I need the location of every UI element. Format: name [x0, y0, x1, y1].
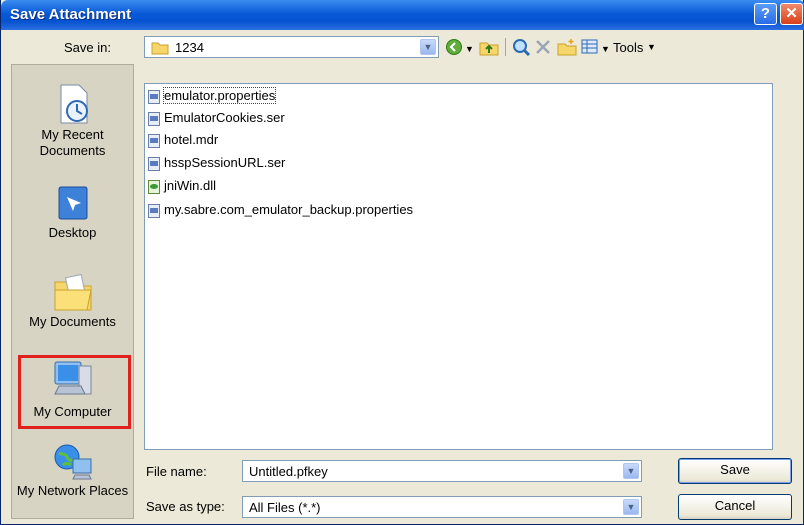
up-folder-icon[interactable]	[479, 38, 499, 56]
document-icon	[148, 89, 160, 104]
places-bar: My Recent Documents Desktop My Documents	[11, 64, 134, 519]
place-label: My Recent Documents	[39, 127, 106, 158]
back-dropdown-icon[interactable]: ▼	[465, 40, 474, 58]
file-name-text: hsspSessionURL.ser	[164, 155, 286, 170]
file-name-text: hotel.mdr	[164, 132, 219, 147]
place-label: My Documents	[29, 314, 116, 329]
tools-dropdown-icon[interactable]: ▼	[647, 42, 656, 52]
document-icon	[148, 156, 160, 171]
list-item[interactable]: EmulatorCookies.ser	[148, 108, 285, 128]
window-title: Save Attachment	[10, 6, 132, 23]
document-icon	[148, 111, 160, 126]
chevron-down-icon[interactable]: ▼	[420, 39, 436, 55]
place-my-recent-documents[interactable]: My Recent Documents	[12, 83, 133, 159]
my-computer-highlight-box	[18, 355, 131, 429]
delete-icon[interactable]	[534, 38, 552, 56]
place-my-documents[interactable]: My Documents	[12, 270, 133, 330]
list-item[interactable]: jniWin.dll	[148, 176, 216, 196]
file-name-text: EmulatorCookies.ser	[164, 110, 285, 125]
list-item[interactable]: emulator.properties	[148, 86, 277, 106]
file-name-label: File name:	[146, 464, 207, 479]
document-icon	[148, 133, 160, 148]
cancel-button[interactable]: Cancel	[678, 494, 792, 520]
file-name-field[interactable]: Untitled.pfkey ▼	[242, 460, 642, 482]
place-label: My Network Places	[16, 483, 129, 498]
search-web-icon[interactable]	[512, 38, 532, 56]
title-bar[interactable]: Save Attachment ? ✕	[1, 0, 804, 30]
dll-file-icon	[148, 179, 160, 194]
folder-icon	[151, 42, 169, 55]
place-label: Desktop	[48, 225, 97, 240]
save-as-type-label: Save as type:	[146, 499, 225, 514]
chevron-down-icon[interactable]: ▼	[623, 499, 639, 515]
file-name-text: emulator.properties	[162, 87, 277, 104]
place-my-network-places[interactable]: My Network Places	[12, 443, 133, 499]
save-in-combo[interactable]: 1234 ▼	[144, 36, 439, 58]
my-documents-icon	[54, 273, 92, 311]
recent-documents-icon	[60, 84, 88, 124]
toolbar-separator	[505, 38, 506, 56]
list-item[interactable]: hotel.mdr	[148, 130, 218, 150]
save-as-type-select[interactable]: All Files (*.*) ▼	[242, 496, 642, 518]
save-as-type-value: All Files (*.*)	[249, 500, 321, 515]
new-folder-icon[interactable]	[557, 38, 577, 56]
file-name-text: my.sabre.com_emulator_backup.properties	[164, 202, 414, 217]
back-icon[interactable]	[445, 38, 463, 56]
chevron-down-icon[interactable]: ▼	[623, 463, 639, 479]
close-button[interactable]: ✕	[780, 3, 803, 25]
tools-menu[interactable]: Tools	[613, 40, 643, 55]
file-name-text: jniWin.dll	[164, 178, 217, 193]
network-places-icon	[54, 444, 92, 480]
views-dropdown-icon[interactable]: ▼	[601, 40, 610, 58]
save-in-label: Save in:	[64, 40, 111, 55]
place-desktop[interactable]: Desktop	[12, 183, 133, 241]
desktop-icon	[58, 186, 87, 220]
list-item[interactable]: hsspSessionURL.ser	[148, 153, 285, 173]
file-list[interactable]: emulator.properties EmulatorCookies.ser …	[144, 83, 773, 450]
save-button[interactable]: Save	[678, 458, 792, 484]
save-in-value: 1234	[175, 40, 204, 55]
document-icon	[148, 203, 160, 218]
list-item[interactable]: my.sabre.com_emulator_backup.properties	[148, 200, 413, 220]
file-name-value: Untitled.pfkey	[249, 464, 328, 479]
help-button[interactable]: ?	[754, 3, 777, 25]
views-icon[interactable]	[581, 38, 599, 56]
save-attachment-dialog: Save Attachment ? ✕ Save in: 1234 ▼ ▼ ▼ …	[0, 0, 804, 525]
